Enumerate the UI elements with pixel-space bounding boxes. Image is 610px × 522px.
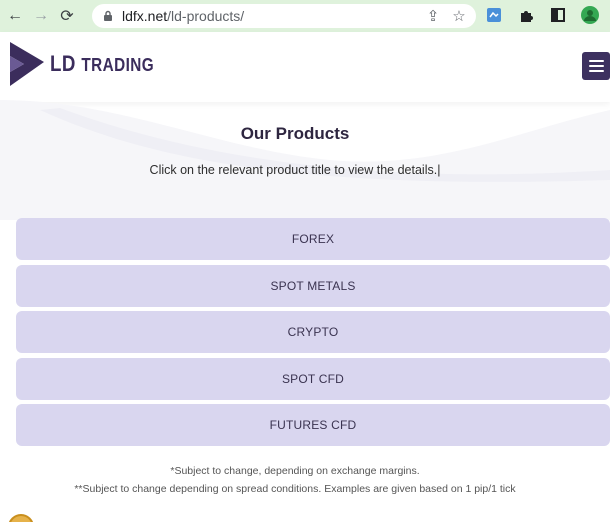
chat-widget-icon[interactable] bbox=[8, 514, 34, 522]
sidebar-icon[interactable] bbox=[548, 5, 568, 25]
forward-icon[interactable]: → bbox=[30, 5, 52, 27]
logo-text: LD Trading bbox=[50, 51, 155, 76]
share-icon[interactable]: ⇪ bbox=[424, 7, 442, 25]
hamburger-menu-button[interactable] bbox=[582, 52, 610, 80]
url-text: ldfx.net/ld-products/ bbox=[122, 8, 245, 24]
reload-icon[interactable]: ⟳ bbox=[56, 5, 78, 27]
logo-chevron-icon bbox=[10, 42, 44, 86]
spread-footnote: **Subject to change depending on spread … bbox=[74, 483, 516, 495]
star-icon[interactable]: ☆ bbox=[450, 7, 468, 25]
product-list: FOREX SPOT METALS CRYPTO SPOT CFD FUTURE… bbox=[16, 218, 610, 451]
address-bar[interactable]: ldfx.net/ld-products/ ⇪ ☆ bbox=[92, 4, 476, 28]
margin-footnote: *Subject to change, depending on exchang… bbox=[170, 465, 420, 477]
product-button-forex[interactable]: FOREX bbox=[16, 218, 610, 260]
lock-icon bbox=[104, 10, 112, 21]
page-subtitle: Click on the relevant product title to v… bbox=[149, 163, 441, 177]
product-button-spot-metals[interactable]: SPOT METALS bbox=[16, 264, 610, 307]
extension-icon[interactable] bbox=[484, 5, 504, 25]
back-icon[interactable]: ← bbox=[4, 5, 26, 27]
product-button-crypto[interactable]: CRYPTO bbox=[16, 311, 610, 353]
profile-icon[interactable] bbox=[580, 5, 600, 25]
product-button-futures-cfd[interactable]: FUTURES CFD bbox=[16, 404, 610, 446]
puzzle-icon[interactable] bbox=[516, 5, 536, 25]
page-title: Our Products bbox=[240, 124, 350, 143]
product-button-spot-cfd[interactable]: SPOT CFD bbox=[16, 357, 610, 400]
browser-toolbar: ← → ⟳ ldfx.net/ld-products/ ⇪ ☆ ⋮ bbox=[0, 0, 610, 32]
background-swoosh bbox=[0, 100, 610, 220]
logo[interactable]: LD Trading bbox=[10, 42, 172, 86]
